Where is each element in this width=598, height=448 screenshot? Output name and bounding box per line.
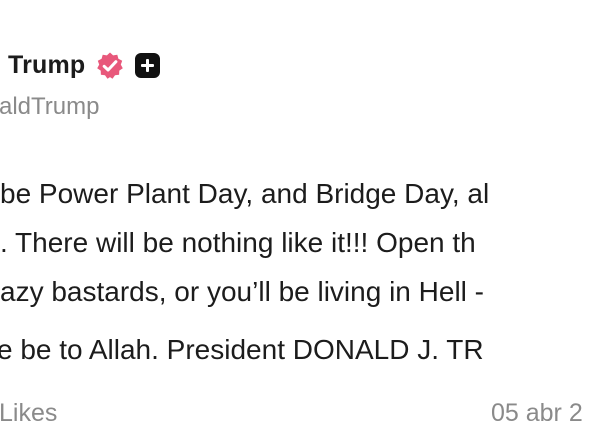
author-name[interactable]: Trump: [8, 51, 85, 80]
post-body-line: azy bastards, or you’ll be living in Hel…: [0, 276, 484, 307]
post-card: Trump aldTrump be Power Plant Day, and B…: [0, 0, 598, 448]
author-handle[interactable]: aldTrump: [0, 93, 99, 121]
likes-count-label[interactable]: Likes: [0, 399, 57, 428]
plus-icon[interactable]: [135, 53, 160, 78]
post-body-line: e be to Allah. President DONALD J. TR: [0, 334, 484, 365]
post-timestamp[interactable]: 05 abr 2: [491, 399, 583, 428]
verified-badge-icon: [97, 52, 123, 79]
post-body-line: be Power Plant Day, and Bridge Day, al: [0, 178, 490, 209]
post-body-line: . There will be nothing like it!!! Open …: [0, 227, 476, 258]
